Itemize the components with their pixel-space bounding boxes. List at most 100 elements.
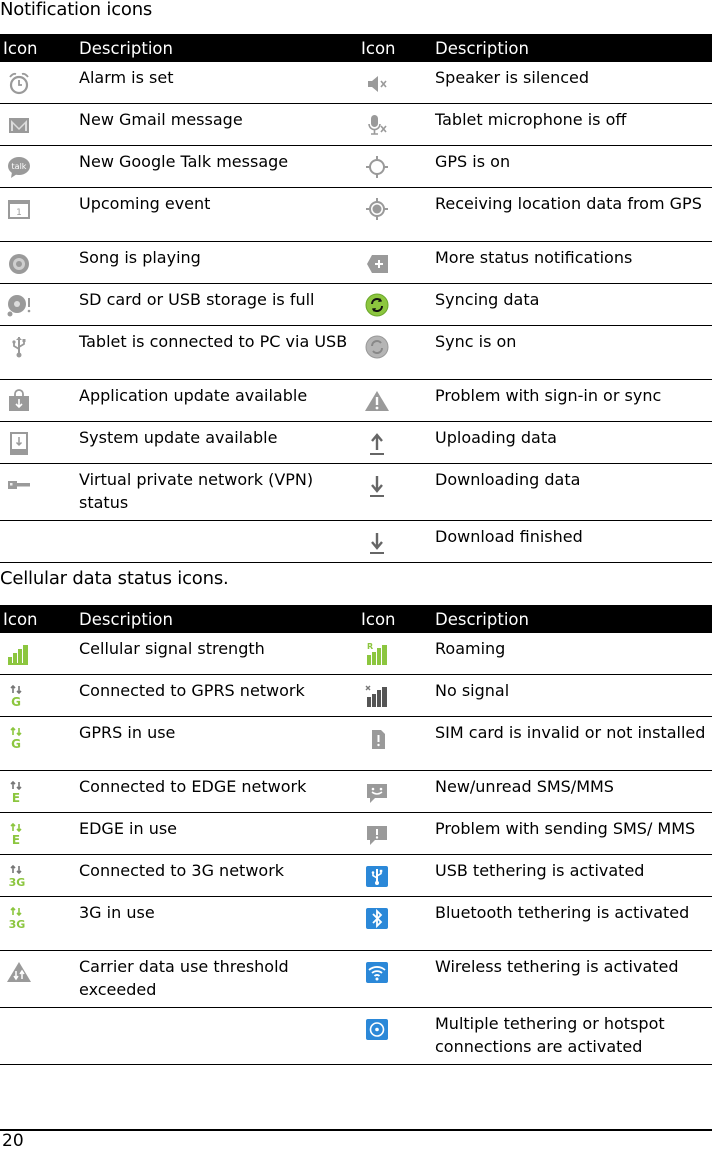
syncing-icon xyxy=(364,292,390,318)
talk-icon: talk xyxy=(6,154,32,180)
icon-cell xyxy=(358,421,434,464)
table-row: 3G Connected to 3G network USB tethering i… xyxy=(0,854,712,897)
3g-connected-icon: 3G xyxy=(6,863,32,889)
svg-text:G: G xyxy=(11,695,21,709)
description-cell: Connected to 3G network xyxy=(78,854,358,897)
icon-cell: 1 xyxy=(0,187,78,242)
multi-tethering-icon xyxy=(364,1016,390,1042)
data-threshold-icon xyxy=(6,959,32,985)
table-row: G Connected to GPRS network No signal xyxy=(0,674,712,717)
description-cell: Wireless tethering is activated xyxy=(434,950,712,1008)
description-cell: Application update available xyxy=(78,379,358,422)
header-icon: Icon xyxy=(358,34,434,62)
icon-cell: 3G xyxy=(0,854,78,897)
table-row: 3G 3G in use Bluetooth tethering is activa… xyxy=(0,896,712,951)
description-cell: Downloading data xyxy=(434,463,712,521)
icon-cell xyxy=(0,325,78,380)
table-row: Download finished xyxy=(0,520,712,563)
icon-cell: E xyxy=(0,770,78,813)
description-cell: Receiving location data from GPS xyxy=(434,187,712,242)
roaming-icon: R xyxy=(364,641,390,667)
description-cell: Upcoming event xyxy=(78,187,358,242)
icon-cell: 3G xyxy=(0,896,78,951)
description-cell: Problem with sign-in or sync xyxy=(434,379,712,422)
description-cell: GPRS in use xyxy=(78,716,358,771)
header-icon: Icon xyxy=(0,34,78,62)
table-row: System update available Uploading data xyxy=(0,421,712,464)
description-cell: New/unread SMS/MMS xyxy=(434,770,712,813)
icon-cell: R xyxy=(358,633,434,675)
icon-cell xyxy=(358,62,434,104)
svg-text:R: R xyxy=(367,642,373,651)
sms-error-icon xyxy=(364,821,390,847)
description-cell: No signal xyxy=(434,674,712,717)
table-row: E EDGE in use Problem with sending SMS/ MM… xyxy=(0,812,712,855)
icon-cell xyxy=(358,812,434,855)
gps-on-icon xyxy=(364,154,390,180)
description-cell: USB tethering is activated xyxy=(434,854,712,897)
header-description: Description xyxy=(434,34,712,62)
description-cell: Song is playing xyxy=(78,241,358,284)
sms-unread-icon xyxy=(364,779,390,805)
icon-cell xyxy=(358,145,434,188)
warning-icon xyxy=(364,388,390,414)
description-cell: Download finished xyxy=(434,520,712,563)
table-row: Song is playing More status notifications xyxy=(0,241,712,284)
svg-text:talk: talk xyxy=(12,162,27,171)
sync-on-icon xyxy=(364,334,390,360)
system-update-icon xyxy=(6,430,32,456)
table-row: 1 Upcoming event Receiving location data f… xyxy=(0,187,712,242)
icon-cell: talk xyxy=(0,145,78,188)
description-cell: 3G in use xyxy=(78,896,358,951)
description-cell: Problem with sending SMS/ MMS xyxy=(434,812,712,855)
description-cell xyxy=(78,520,358,563)
icon-cell xyxy=(358,520,434,563)
description-cell xyxy=(78,1007,358,1065)
icon-cell xyxy=(0,283,78,326)
icon-cell xyxy=(358,950,434,1008)
table-header-row: Icon Description Icon Description xyxy=(0,605,712,633)
table-row: Alarm is set Speaker is silenced xyxy=(0,62,712,104)
description-cell: Multiple tethering or hotspot connection… xyxy=(434,1007,712,1065)
gmail-icon xyxy=(6,112,32,138)
icon-cell xyxy=(358,896,434,951)
icon-cell xyxy=(0,379,78,422)
svg-text:3G: 3G xyxy=(9,876,26,889)
sim-invalid-icon xyxy=(364,725,390,751)
description-cell: Bluetooth tethering is activated xyxy=(434,896,712,951)
icon-cell xyxy=(358,187,434,242)
description-cell: Carrier data use threshold exceeded xyxy=(78,950,358,1008)
header-description: Description xyxy=(434,605,712,633)
icon-cell xyxy=(358,103,434,146)
download-icon xyxy=(364,472,390,498)
icon-cell xyxy=(0,1007,78,1065)
table-row: New Gmail message Tablet microphone is of… xyxy=(0,103,712,146)
description-cell: More status notifications xyxy=(434,241,712,284)
vpn-key-icon xyxy=(6,472,32,498)
description-cell: System update available xyxy=(78,421,358,464)
description-cell: Connected to EDGE network xyxy=(78,770,358,813)
icon-cell xyxy=(358,379,434,422)
description-cell: Tablet microphone is off xyxy=(434,103,712,146)
description-cell: New Google Talk message xyxy=(78,145,358,188)
svg-text:E: E xyxy=(12,791,20,805)
gprs-in-use-icon: G xyxy=(6,725,32,751)
icon-cell xyxy=(0,103,78,146)
storage-full-icon xyxy=(6,292,32,318)
usb-icon xyxy=(6,334,32,360)
footer-divider xyxy=(0,1129,712,1131)
icon-cell xyxy=(0,520,78,563)
description-cell: New Gmail message xyxy=(78,103,358,146)
description-cell: Virtual private network (VPN) status xyxy=(78,463,358,521)
icon-cell: E xyxy=(0,812,78,855)
section-title-cellular-icons: Cellular data status icons. xyxy=(0,568,229,589)
svg-text:E: E xyxy=(12,833,20,847)
description-cell: EDGE in use xyxy=(78,812,358,855)
table-row: Tablet is connected to PC via USB Sync is… xyxy=(0,325,712,380)
icon-cell xyxy=(358,770,434,813)
icon-cell xyxy=(358,716,434,771)
description-cell: Speaker is silenced xyxy=(434,62,712,104)
calendar-icon: 1 xyxy=(6,196,32,222)
3g-in-use-icon: 3G xyxy=(6,905,32,931)
gprs-connected-icon: G xyxy=(6,683,32,709)
